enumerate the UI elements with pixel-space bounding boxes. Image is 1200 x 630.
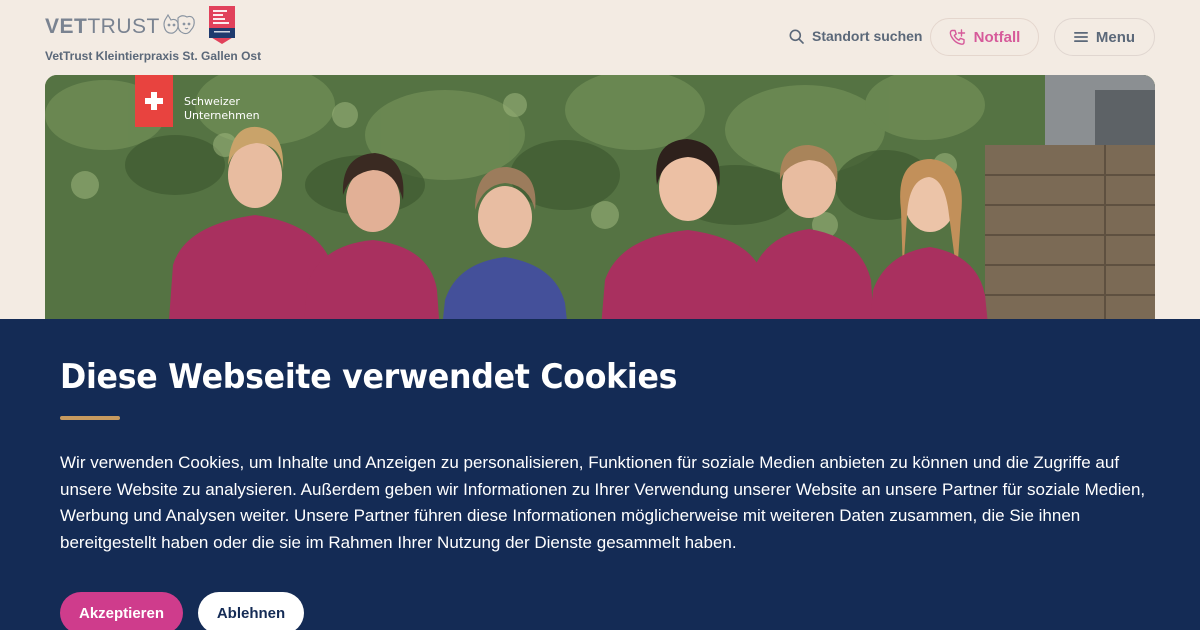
logo-wordmark: VETTRUST [45, 15, 160, 38]
great-place-to-work-badge [209, 6, 235, 44]
title-divider [60, 416, 120, 420]
menu-button[interactable]: Menu [1054, 18, 1155, 56]
hamburger-icon [1073, 32, 1088, 42]
cookie-banner: Diese Webseite verwendet Cookies Wir ver… [0, 319, 1200, 630]
swiss-cross [144, 91, 164, 111]
practice-name: VetTrust Kleintierpraxis St. Gallen Ost [45, 49, 262, 63]
swiss-label-line2: Unternehmen [184, 109, 260, 122]
phone-icon [949, 28, 965, 45]
emergency-button[interactable]: Notfall [930, 18, 1039, 56]
site-header: VETTRUST VetTrust Kleintierpraxis St. Ga… [0, 0, 1200, 75]
search-label: Standort suchen [812, 28, 923, 44]
cookie-title: Diese Webseite verwendet Cookies [60, 357, 678, 397]
swiss-company-label: Schweizer Unternehmen [184, 95, 260, 123]
search-icon [789, 29, 804, 44]
location-search-link[interactable]: Standort suchen [789, 28, 922, 44]
accept-cookies-button[interactable]: Akzeptieren [60, 592, 183, 630]
emergency-label: Notfall [973, 28, 1021, 46]
menu-label: Menu [1095, 28, 1136, 46]
reject-cookies-button[interactable]: Ablehnen [198, 592, 304, 630]
swiss-label-line1: Schweizer [184, 95, 240, 108]
pets-icon [163, 13, 195, 35]
vettrust-logo[interactable]: VETTRUST [45, 12, 196, 42]
swiss-flag-icon [135, 75, 173, 127]
cookie-description: Wir verwenden Cookies, um Inhalte und An… [60, 453, 1146, 552]
